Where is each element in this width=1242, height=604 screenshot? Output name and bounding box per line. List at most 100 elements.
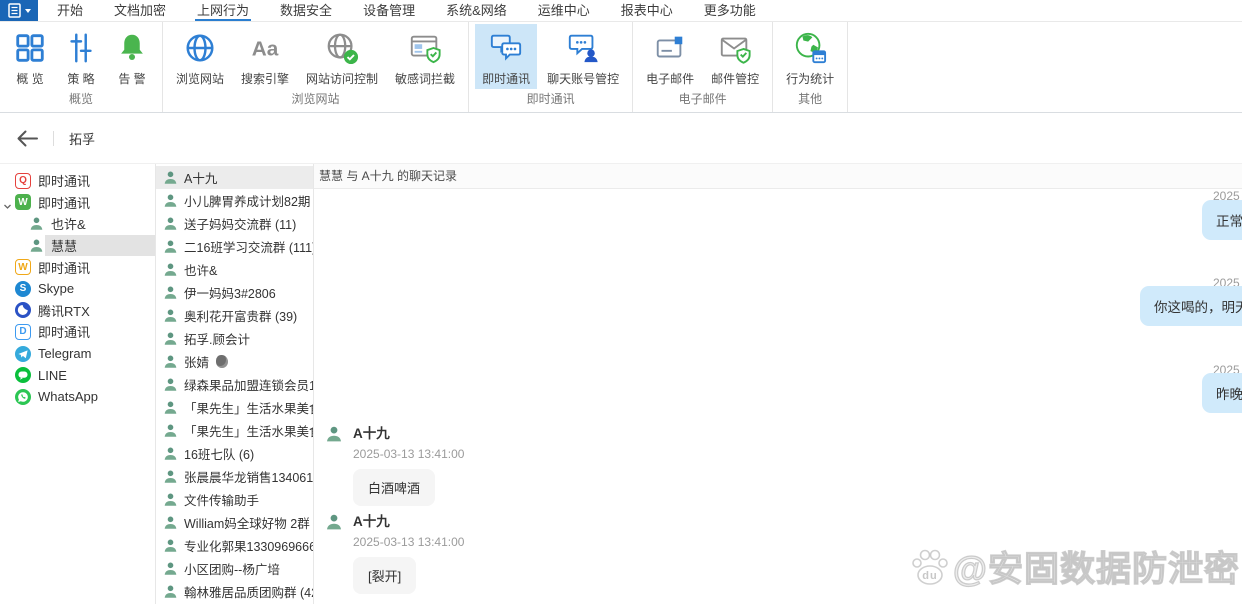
sidebar-item-skype[interactable]: Skype bbox=[0, 278, 155, 300]
person-icon bbox=[163, 538, 178, 553]
search-engine-button[interactable]: Aa 搜索引擎 bbox=[234, 24, 296, 89]
contact-list-item[interactable]: 送子妈妈交流群 (11) bbox=[156, 212, 313, 235]
dark-blob-emoji bbox=[216, 355, 228, 368]
chat-record-panel: 慧慧 与 A十九 的聊天记录 2025 正常 2025 你这喝的，明天 2025… bbox=[314, 164, 1242, 604]
alert-button[interactable]: 告 警 bbox=[108, 24, 156, 89]
tab-home[interactable]: 开始 bbox=[55, 0, 85, 21]
tab-data-security[interactable]: 数据安全 bbox=[278, 0, 334, 21]
dingtalk-icon bbox=[15, 324, 31, 340]
wechat-icon bbox=[15, 194, 31, 210]
overview-button[interactable]: 概 览 bbox=[6, 24, 54, 89]
sender-name: A十九 bbox=[353, 510, 464, 530]
window-shield-icon bbox=[408, 28, 442, 68]
contact-list-item[interactable]: 也许& bbox=[156, 258, 313, 281]
chat-bubble-outgoing: 正常 bbox=[1202, 200, 1242, 240]
mail-control-button[interactable]: 邮件管控 bbox=[704, 24, 766, 89]
telegram-icon bbox=[15, 346, 31, 362]
tab-system-network[interactable]: 系统&网络 bbox=[444, 0, 509, 21]
contact-list-item[interactable]: 小区团购--杨广培 bbox=[156, 557, 313, 580]
tab-device-management[interactable]: 设备管理 bbox=[361, 0, 417, 21]
contact-list-item[interactable]: A十九 bbox=[156, 166, 313, 189]
ribbon-group-label: 概览 bbox=[0, 89, 162, 112]
person-icon bbox=[163, 561, 178, 576]
tab-report-center[interactable]: 报表中心 bbox=[619, 0, 675, 21]
message-timestamp: 2025-03-13 13:41:00 bbox=[353, 447, 464, 461]
tab-internet-behavior[interactable]: 上网行为 bbox=[195, 0, 251, 21]
person-icon bbox=[163, 262, 178, 277]
svg-text:Aa: Aa bbox=[252, 38, 279, 61]
person-icon bbox=[163, 308, 178, 323]
contact-list-item[interactable]: 16班七队 (6) bbox=[156, 442, 313, 465]
tab-doc-encryption[interactable]: 文档加密 bbox=[112, 0, 168, 21]
person-icon bbox=[163, 216, 178, 231]
sidebar-item-wecom[interactable]: 即时通讯 bbox=[0, 256, 155, 278]
instant-messaging-button[interactable]: 即时通讯 bbox=[475, 24, 537, 89]
ribbon-group-label: 即时通讯 bbox=[469, 89, 632, 112]
contact-list-item[interactable]: 文件传输助手 bbox=[156, 488, 313, 511]
chat-message-incoming: A十九 2025-03-13 13:41:00 [裂开] bbox=[325, 510, 464, 594]
caret-down-icon bbox=[25, 9, 31, 13]
email-button[interactable]: 电子邮件 bbox=[639, 24, 701, 89]
person-icon bbox=[29, 238, 44, 253]
ribbon-group-label: 浏览网站 bbox=[163, 89, 468, 112]
sidebar-item-whatsapp[interactable]: WhatsApp bbox=[0, 386, 155, 408]
sidebar-item-qq[interactable]: 即时通讯 bbox=[0, 170, 155, 192]
sensitive-word-block-button[interactable]: 敏感词拦截 bbox=[388, 24, 462, 89]
ribbon-group-label: 电子邮件 bbox=[633, 89, 772, 112]
contact-list-item[interactable]: 专业化郭果13309696668 bbox=[156, 534, 313, 557]
person-icon bbox=[163, 377, 178, 392]
person-icon bbox=[163, 446, 178, 461]
contact-list-item[interactable]: 奥利花开富贵群 (39) bbox=[156, 304, 313, 327]
chat-bubble-incoming: [裂开] bbox=[353, 557, 416, 594]
contact-list-item[interactable]: 张晨晨华龙销售13406127... bbox=[156, 465, 313, 488]
sidebar-contact-yexu[interactable]: 也许& bbox=[0, 213, 155, 235]
contact-list-item[interactable]: 「果先生」生活水果美食3... bbox=[156, 396, 313, 419]
sliders-icon bbox=[64, 28, 98, 68]
chevron-down-icon[interactable] bbox=[3, 199, 12, 214]
contact-list-item[interactable]: 绿森果品加盟连锁会员13... bbox=[156, 373, 313, 396]
behavior-stats-button[interactable]: 行为统计 bbox=[779, 24, 841, 89]
browse-website-button[interactable]: 浏览网站 bbox=[169, 24, 231, 89]
contact-list-item[interactable]: 张婧 bbox=[156, 350, 313, 373]
skype-icon bbox=[15, 281, 31, 297]
ribbon-group-browsing: 浏览网站 Aa 搜索引擎 网站访问控制 bbox=[163, 22, 469, 112]
mail-card-icon bbox=[653, 28, 687, 68]
contact-list-item[interactable]: William妈全球好物 2群 (5... bbox=[156, 511, 313, 534]
policy-button[interactable]: 策 略 bbox=[57, 24, 105, 89]
line-icon bbox=[15, 367, 31, 383]
wecom-icon bbox=[15, 259, 31, 275]
contact-list-item[interactable]: 二16班学习交流群 (111) bbox=[156, 235, 313, 258]
page-header: 拓孚 bbox=[0, 113, 1242, 164]
back-button[interactable] bbox=[16, 130, 38, 147]
app-menu-button[interactable] bbox=[0, 0, 38, 21]
grid-icon bbox=[13, 28, 47, 68]
sidebar-item-wechat[interactable]: 即时通讯 bbox=[0, 192, 155, 214]
tab-more-features[interactable]: 更多功能 bbox=[702, 0, 758, 21]
person-icon bbox=[163, 193, 178, 208]
contact-list-item[interactable]: 「果先生」生活水果美食3... bbox=[156, 419, 313, 442]
sidebar-contact-huihui[interactable]: 慧慧 bbox=[0, 235, 155, 257]
globe-check-icon bbox=[325, 28, 359, 68]
chat-person-icon bbox=[566, 28, 600, 68]
site-access-control-button[interactable]: 网站访问控制 bbox=[299, 24, 385, 89]
qq-icon bbox=[15, 173, 31, 189]
person-icon bbox=[163, 331, 178, 346]
tab-ops-center[interactable]: 运维中心 bbox=[536, 0, 592, 21]
globe-icon bbox=[183, 28, 217, 68]
chat-bubbles-icon bbox=[489, 28, 523, 68]
contact-list: A十九 小儿脾胃养成计划82期 (120) 送子妈妈交流群 (11) 二16班学… bbox=[156, 164, 314, 604]
sidebar-item-rtx[interactable]: 腾讯RTX bbox=[0, 300, 155, 322]
contact-list-item[interactable]: 伊一妈妈3#2806 bbox=[156, 281, 313, 304]
person-icon bbox=[325, 513, 343, 594]
chat-account-control-button[interactable]: 聊天账号管控 bbox=[540, 24, 626, 89]
sidebar-item-dingtalk[interactable]: 即时通讯 bbox=[0, 321, 155, 343]
contact-list-item[interactable]: 拓孚.顾会计 bbox=[156, 327, 313, 350]
person-icon bbox=[163, 423, 178, 438]
contact-list-item[interactable]: 翰林雅居品质团购群 (420) bbox=[156, 580, 313, 603]
divider bbox=[53, 131, 54, 146]
bell-icon bbox=[115, 28, 149, 68]
contact-list-item[interactable]: 小儿脾胃养成计划82期 (120) bbox=[156, 189, 313, 212]
person-icon bbox=[163, 515, 178, 530]
sidebar-item-line[interactable]: LINE bbox=[0, 364, 155, 386]
sidebar-item-telegram[interactable]: Telegram bbox=[0, 343, 155, 365]
